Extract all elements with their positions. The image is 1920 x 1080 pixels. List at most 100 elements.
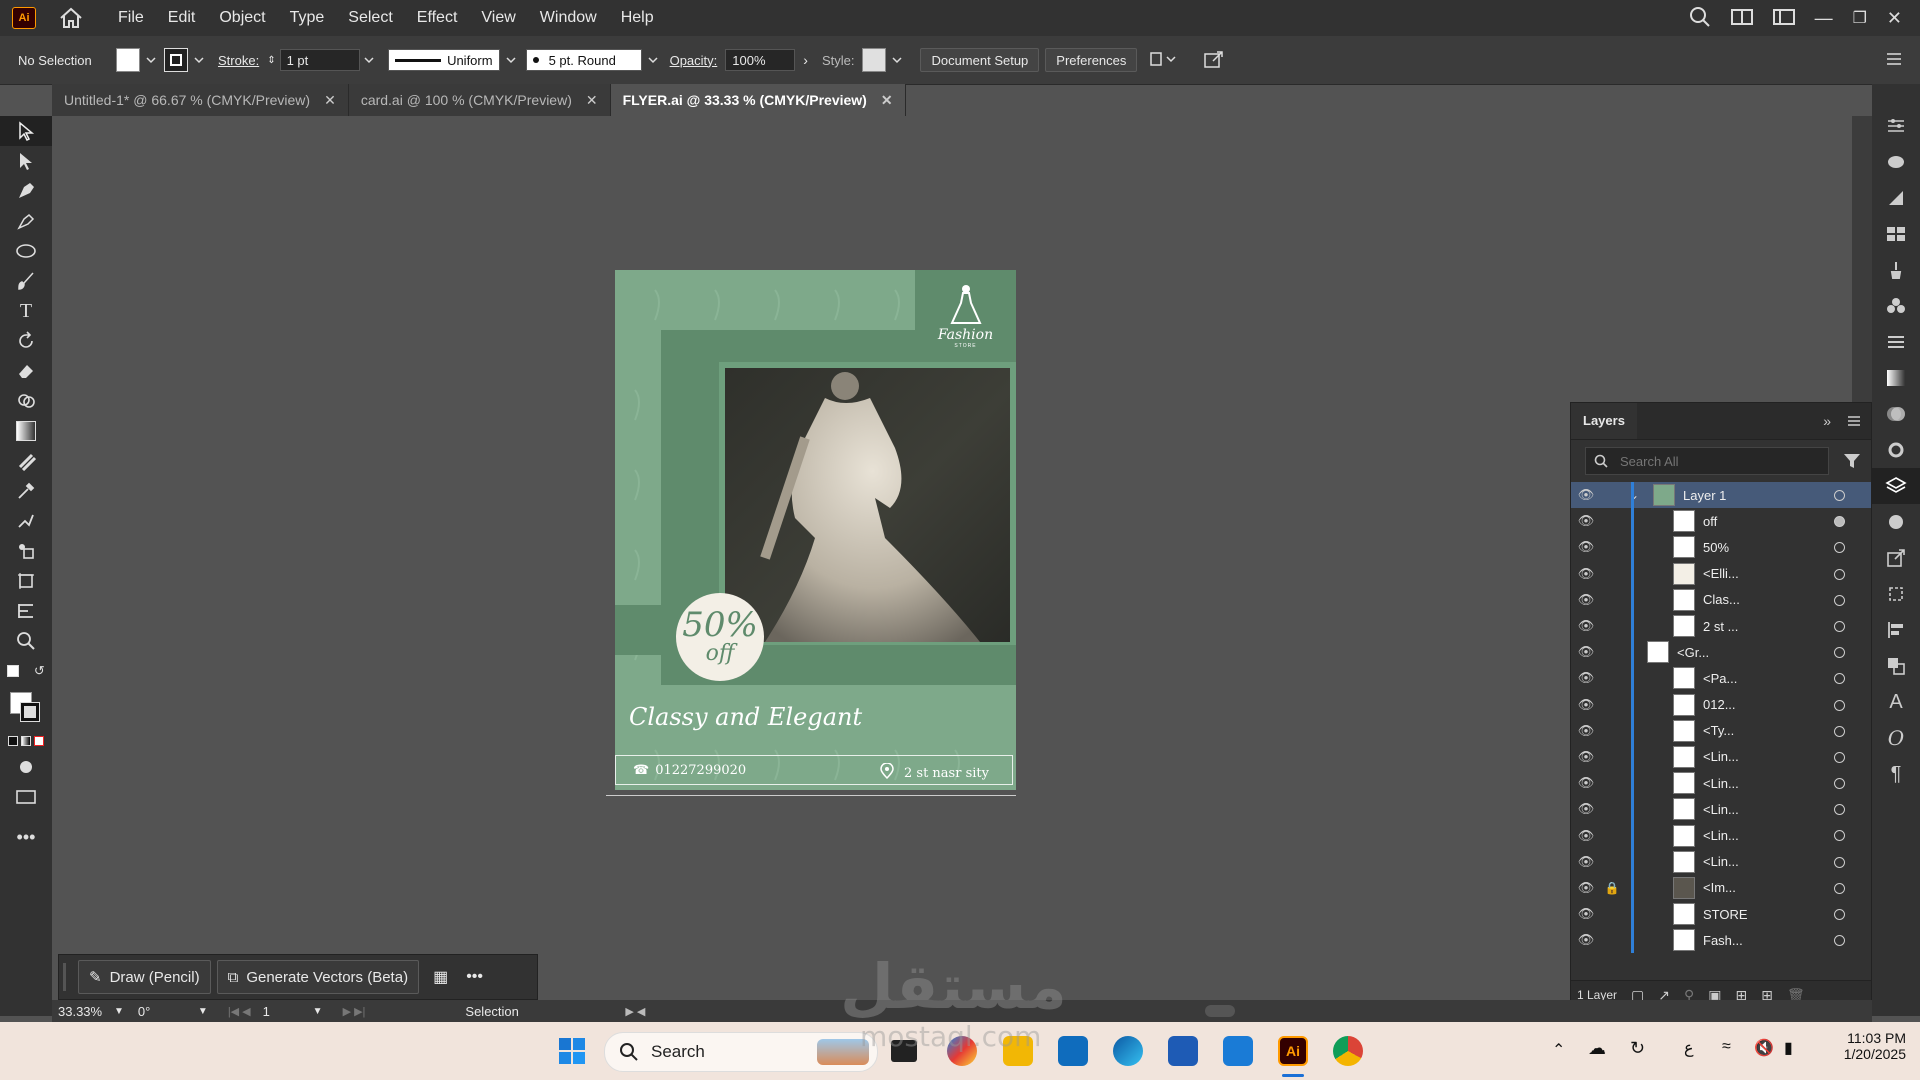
panel-menu-icon[interactable] [1886,52,1902,69]
workspace-icon[interactable] [1772,8,1795,29]
target-circle-icon[interactable] [1834,935,1845,947]
layer-row[interactable]: 👁 off [1571,508,1871,535]
brush-definition[interactable]: 5 pt. Round [525,49,642,71]
layer-name[interactable]: <Lin... [1703,802,1739,817]
whiteboard-icon[interactable] [1223,1036,1253,1066]
stroke-stepper-icon[interactable]: ⇕ [267,55,275,66]
target-circle-icon[interactable] [1834,751,1845,763]
default-colors-icon[interactable]: ↺ [0,656,52,686]
visibility-eye-icon[interactable]: 👁 [1571,539,1601,555]
panel-menu-icon[interactable] [1847,415,1861,430]
stroke-swatch[interactable] [164,48,188,72]
layer-row[interactable]: 👁 🔒 <Im... [1571,874,1871,901]
artboard-tool-icon[interactable] [0,566,52,596]
visibility-eye-icon[interactable]: 👁 [1571,487,1601,503]
target-circle-icon[interactable] [1834,516,1845,528]
tab-card[interactable]: card.ai @ 100 % (CMYK/Preview) ✕ [348,84,611,116]
more-tools-icon[interactable]: ••• [0,822,52,852]
close-tab-icon[interactable]: ✕ [324,92,336,109]
clock[interactable]: 11:03 PM 1/20/2025 [1826,1030,1906,1062]
layer-row[interactable]: 👁 Fash... [1571,927,1871,954]
menu-object[interactable]: Object [207,9,277,27]
color-mode-icon[interactable] [0,730,52,752]
fill-stroke-icon[interactable] [0,686,52,730]
microsoft-store-icon[interactable] [1168,1036,1198,1066]
chrome-icon[interactable] [1333,1036,1363,1066]
generate-vectors-button[interactable]: ⧉ Generate Vectors (Beta) [216,960,420,994]
swatches-icon[interactable] [1872,216,1920,252]
illustrator-taskbar-icon[interactable]: Ai [1278,1036,1308,1066]
blend-tool-icon[interactable] [0,506,52,536]
align-icon[interactable] [1872,612,1920,648]
layer-name[interactable]: Fash... [1703,933,1743,948]
layer-name[interactable]: off [1703,514,1717,529]
layer-name[interactable]: 50% [1703,540,1729,555]
layer-row[interactable]: 👁 <Lin... [1571,848,1871,875]
layer-name[interactable]: <Pa... [1703,671,1737,686]
visibility-eye-icon[interactable]: 👁 [1571,644,1601,660]
volume-muted-icon[interactable]: 🔇 [1754,1038,1774,1058]
brushes-icon[interactable] [1872,252,1920,288]
more-options-icon[interactable]: ••• [466,968,483,986]
visibility-eye-icon[interactable]: 👁 [1571,618,1601,634]
layer-name[interactable]: Layer 1 [1683,488,1726,503]
zoom-tool-icon[interactable] [0,626,52,656]
target-circle-icon[interactable] [1834,542,1845,554]
target-circle-icon[interactable] [1834,647,1845,659]
gradient-panel-icon[interactable] [1872,360,1920,396]
chevron-down-icon[interactable]: ▼ [198,1006,208,1017]
onedrive-icon[interactable]: ☁ [1588,1038,1606,1059]
menu-effect[interactable]: Effect [405,9,470,27]
rotation-value[interactable]: 0° [138,1004,198,1019]
tab-flyer[interactable]: FLYER.ai @ 33.33 % (CMYK/Preview) ✕ [610,84,906,116]
layer-row[interactable]: 👁›<Gr... [1571,639,1871,666]
opacity-field[interactable]: 100% [725,49,796,71]
visibility-eye-icon[interactable]: 👁 [1571,697,1601,713]
wifi-icon[interactable]: ≈ [1722,1038,1731,1056]
layer-name[interactable]: <Im... [1703,880,1736,895]
menu-select[interactable]: Select [336,9,404,27]
artboard-nav-first-icon[interactable]: |◀ ◀ [228,1005,251,1018]
layer-name[interactable]: <Gr... [1677,645,1709,660]
paragraph-icon[interactable]: ¶ [1872,756,1920,792]
layer-name[interactable]: <Lin... [1703,854,1739,869]
visibility-eye-icon[interactable]: 👁 [1571,592,1601,608]
stroke-label[interactable]: Stroke: [218,53,259,68]
graphic-style-swatch[interactable] [862,48,887,72]
layer-name[interactable]: <Lin... [1703,828,1739,843]
visibility-eye-icon[interactable]: 👁 [1571,749,1601,765]
visibility-eye-icon[interactable]: 👁 [1571,513,1601,529]
curvature-tool-icon[interactable] [0,206,52,236]
target-circle-icon[interactable] [1834,490,1845,501]
direct-selection-tool-icon[interactable] [0,146,52,176]
target-circle-icon[interactable] [1834,673,1845,685]
show-hidden-icons-icon[interactable]: ⌃ [1552,1040,1565,1060]
menu-view[interactable]: View [469,9,527,27]
chevron-right-icon[interactable]: › [803,52,808,68]
close-tab-icon[interactable]: ✕ [586,92,598,109]
layer-row[interactable]: 👁 <Ty... [1571,717,1871,744]
target-circle-icon[interactable] [1834,778,1845,790]
selection-tool-icon[interactable] [0,116,52,146]
edge-icon[interactable] [1113,1036,1143,1066]
layer-row[interactable]: 👁 STORE [1571,901,1871,928]
sync-icon[interactable]: ↻ [1630,1038,1645,1059]
chevron-down-icon[interactable] [648,55,658,65]
target-circle-icon[interactable] [1834,909,1845,920]
minimize-icon[interactable]: — [1815,8,1833,29]
draw-pencil-button[interactable]: ✎ Draw (Pencil) [78,960,211,994]
layer-name[interactable]: 2 st ... [1703,619,1738,634]
visibility-eye-icon[interactable]: 👁 [1571,906,1601,922]
layer-name[interactable]: <Lin... [1703,749,1739,764]
paintbrush-tool-icon[interactable] [0,266,52,296]
target-circle-icon[interactable] [1834,568,1845,580]
layer-name[interactable]: <Lin... [1703,776,1739,791]
gradient-tool-icon[interactable] [0,416,52,446]
visibility-eye-icon[interactable]: 👁 [1571,880,1601,896]
properties-icon[interactable] [1872,108,1920,144]
layer-name[interactable]: 012... [1703,697,1736,712]
restore-icon[interactable]: ❐ [1853,8,1867,28]
symbol-sprayer-tool-icon[interactable] [0,536,52,566]
target-circle-icon[interactable] [1834,699,1845,711]
taskbar-search[interactable]: Search [604,1032,878,1072]
